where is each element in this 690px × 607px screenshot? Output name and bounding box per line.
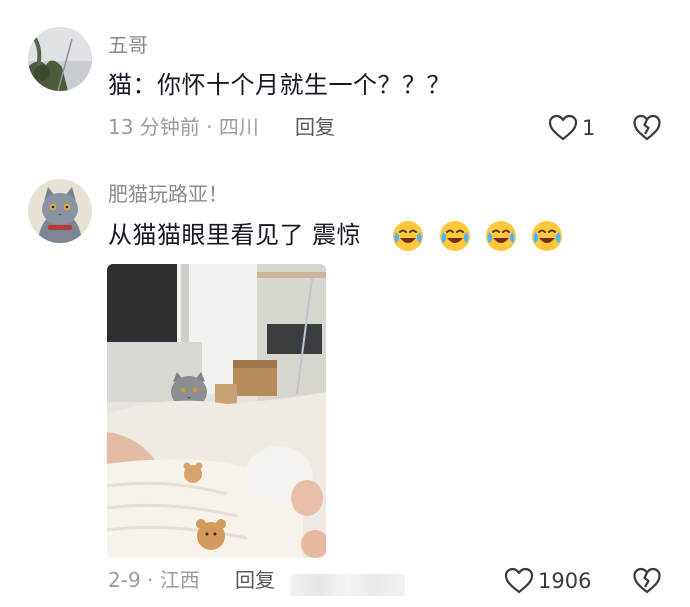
dislike-button[interactable] xyxy=(633,114,661,145)
comment-meta: 13 分钟前 · 四川 xyxy=(108,115,259,139)
comment-text: 猫：你怀十个月就生一个？？？ xyxy=(108,71,451,99)
like-count: 1906 xyxy=(538,568,592,593)
heart-outline-icon xyxy=(548,114,578,141)
crying-laughing-emoji-icon xyxy=(485,221,516,251)
heart-outline-icon xyxy=(504,567,534,594)
broken-heart-icon xyxy=(633,567,661,594)
crying-laughing-emoji-icon xyxy=(531,221,562,251)
comment-text-content: 从猫猫眼里看见了 震惊 xyxy=(108,221,362,249)
username[interactable]: 五哥 xyxy=(108,33,148,57)
comment-text: 从猫猫眼里看见了 震惊 xyxy=(108,219,564,253)
avatar[interactable] xyxy=(28,27,92,91)
username[interactable]: 肥猫玩路亚！ xyxy=(108,182,228,206)
like-button[interactable]: 1 xyxy=(548,114,595,141)
comment-meta: 2-9 · 江西 xyxy=(108,568,200,592)
blurred-text xyxy=(290,574,405,596)
broken-heart-icon xyxy=(633,114,661,141)
reply-button[interactable]: 回复 xyxy=(295,115,335,139)
reply-button[interactable]: 回复 xyxy=(235,568,275,592)
comment-item: 肥猫玩路亚！ 从猫猫眼里看见了 震惊 xyxy=(0,160,690,607)
avatar[interactable] xyxy=(28,179,92,243)
like-button[interactable]: 1906 xyxy=(504,567,591,594)
crying-laughing-emoji-icon xyxy=(439,221,470,251)
like-count: 1 xyxy=(582,115,596,140)
comment-item: 五哥 猫：你怀十个月就生一个？？？ 13 分钟前 · 四川 回复 1 xyxy=(0,0,690,160)
crying-laughing-emoji-icon xyxy=(393,221,424,251)
comment-photo[interactable] xyxy=(107,264,326,558)
dislike-button[interactable] xyxy=(633,567,661,598)
